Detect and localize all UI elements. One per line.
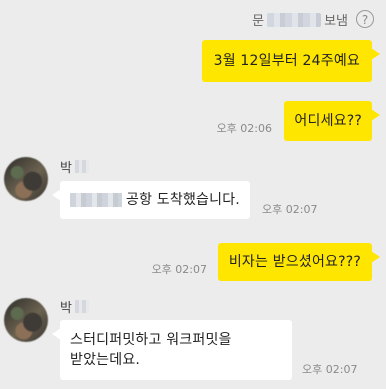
message-text: 3월 12일부터 24주예요 <box>213 53 360 69</box>
sender-suffix: 보냄 <box>324 14 348 29</box>
sender-prefix: 문 <box>252 14 265 29</box>
blurred-name <box>267 12 322 27</box>
sender-name: 박 <box>60 157 89 176</box>
message-text: 비자는 받으셨어요??? <box>228 254 361 270</box>
message-bubble-other[interactable]: 공항 도착했습니다. <box>52 181 250 219</box>
message-text: 공항 도착했습니다. <box>126 192 240 208</box>
message-bubble-mine[interactable]: 비자는 받으셨어요??? <box>217 243 381 281</box>
message-time: 오후 02:07 <box>302 363 358 376</box>
message-time: 오후 02:07 <box>262 203 318 216</box>
help-icon[interactable]: ? <box>356 10 374 28</box>
message-text: 어디세요?? <box>294 113 362 129</box>
sender-name-text: 박 <box>60 301 72 316</box>
message-bubble-other[interactable]: 스터디퍼밋하고 워크퍼밋을 받았는데요. <box>52 320 292 380</box>
message-time: 오후 02:07 <box>151 263 207 276</box>
sender-name: 박 <box>60 297 89 316</box>
message-bubble-mine[interactable]: 3월 12일부터 24주예요 <box>201 40 381 82</box>
sender-name-text: 박 <box>60 161 72 176</box>
sender-line: 문 보냄 <box>252 10 348 29</box>
avatar[interactable] <box>4 298 48 342</box>
message-time: 오후 02:06 <box>216 122 272 135</box>
blurred-name <box>74 160 89 173</box>
message-text: 스터디퍼밋하고 워크퍼밋을 받았는데요. <box>70 332 232 368</box>
avatar[interactable] <box>4 157 48 201</box>
blurred-place <box>70 193 122 207</box>
blurred-name <box>74 300 89 313</box>
message-bubble-mine[interactable]: 어디세요?? <box>284 101 380 141</box>
